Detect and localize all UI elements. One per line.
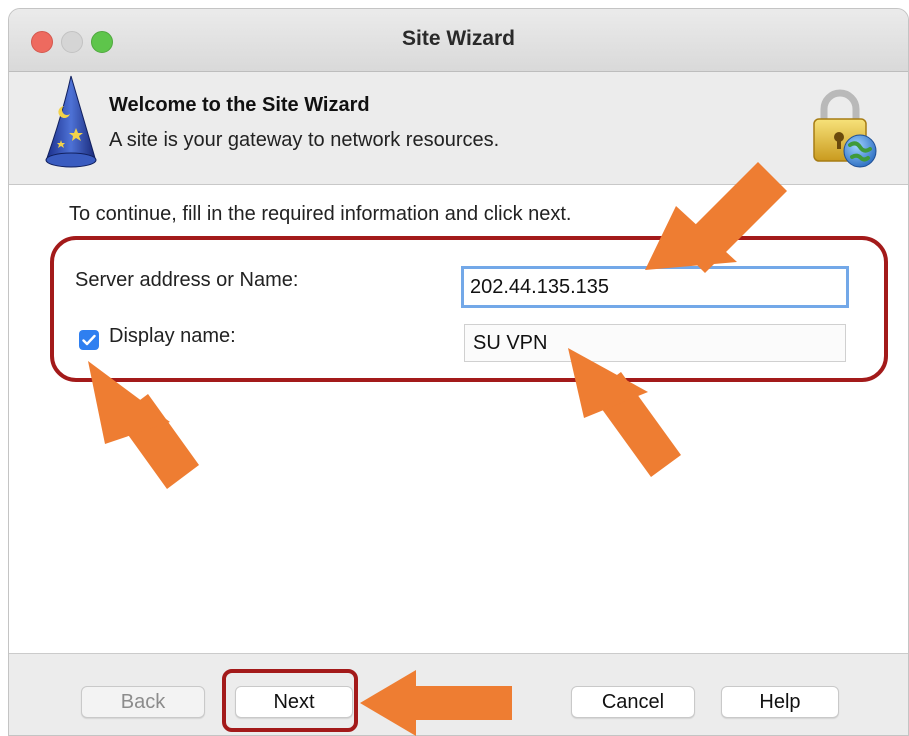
- next-button-highlight-box: [222, 669, 358, 732]
- fields-highlight-box: [50, 236, 888, 382]
- annotation-overlay: [50, 162, 888, 736]
- arrow-to-display-name-field: [568, 348, 681, 477]
- arrow-to-server-field: [645, 162, 787, 273]
- arrow-to-next-button: [360, 670, 512, 736]
